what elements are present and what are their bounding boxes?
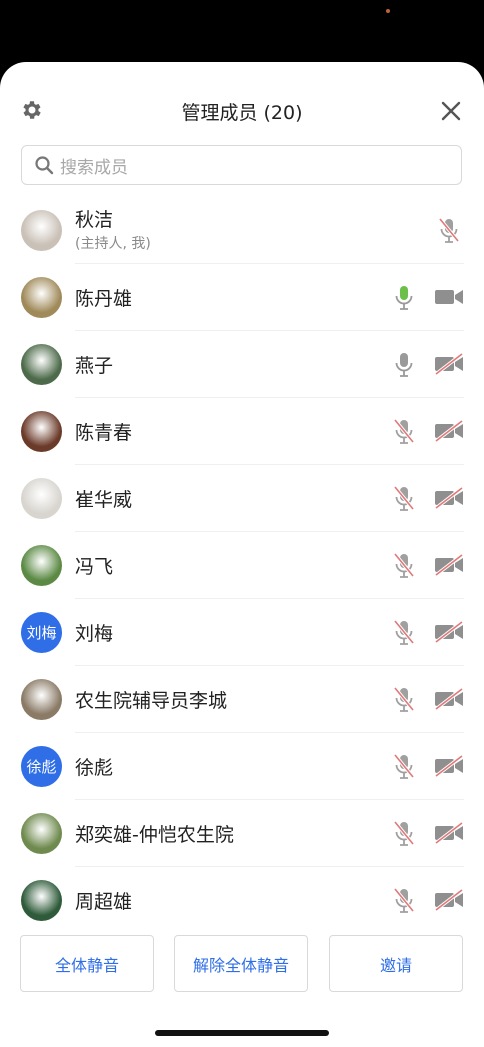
page-title: 管理成员 (20) (181, 102, 303, 124)
member-name: 周超雄 (75, 891, 133, 913)
member-name: 陈青春 (75, 422, 133, 444)
mic-muted-icon[interactable] (393, 887, 415, 915)
member-name: 崔华威 (75, 489, 133, 511)
camera-off-icon[interactable] (434, 553, 464, 577)
member-role: (主持人, 我) (75, 236, 151, 252)
camera-icon[interactable] (434, 286, 464, 308)
member-row[interactable]: 陈青春 (0, 398, 484, 465)
camera-off-icon[interactable] (434, 486, 464, 510)
search-placeholder: 搜索成员 (60, 157, 128, 178)
avatar (21, 210, 62, 251)
search-input[interactable]: 搜索成员 (21, 145, 462, 185)
member-name: 徐彪 (75, 757, 114, 779)
camera-off-icon[interactable] (434, 352, 464, 376)
member-row[interactable]: 崔华威 (0, 465, 484, 532)
mute-all-button[interactable]: 全体静音 (20, 935, 154, 992)
camera-off-icon[interactable] (434, 821, 464, 845)
camera-off-icon[interactable] (434, 888, 464, 912)
camera-off-icon[interactable] (434, 419, 464, 443)
member-list: 秋洁 (主持人, 我) 陈丹雄 燕子 陈青春 崔华威 冯飞 刘梅 刘梅 农生院辅导员李城 徐彪 徐彪郑… (0, 197, 484, 934)
unmute-all-button[interactable]: 解除全体静音 (174, 935, 308, 992)
mic-muted-icon[interactable] (438, 217, 460, 245)
mic-muted-icon[interactable] (393, 686, 415, 714)
member-name: 秋洁 (75, 209, 114, 231)
search-icon (35, 156, 54, 175)
member-row[interactable]: 冯飞 (0, 532, 484, 599)
avatar (21, 880, 62, 921)
avatar (21, 813, 62, 854)
avatar (21, 545, 62, 586)
avatar (21, 277, 62, 318)
member-row[interactable]: 周超雄 (0, 867, 484, 934)
avatar: 徐彪 (21, 746, 62, 787)
camera-off-icon[interactable] (434, 620, 464, 644)
member-name: 陈丹雄 (75, 288, 133, 310)
avatar (21, 344, 62, 385)
member-row[interactable]: 燕子 (0, 331, 484, 398)
member-row[interactable]: 郑奕雄-仲恺农生院 (0, 800, 484, 867)
member-name: 燕子 (75, 355, 114, 377)
avatar: 刘梅 (21, 612, 62, 653)
mic-muted-icon[interactable] (393, 485, 415, 513)
member-name: 冯飞 (75, 556, 114, 578)
mic-muted-icon[interactable] (393, 753, 415, 781)
status-dot (386, 9, 390, 13)
member-row[interactable]: 秋洁 (主持人, 我) (0, 197, 484, 264)
manage-members-sheet: 管理成员 (20) 搜索成员 秋洁 (主持人, 我) 陈丹雄燕子陈青春崔华威冯飞刘梅… (0, 62, 484, 1047)
member-row[interactable]: 农生院辅导员李城 (0, 666, 484, 733)
camera-off-icon[interactable] (434, 687, 464, 711)
member-row[interactable]: 刘梅 刘梅 (0, 599, 484, 666)
action-bar: 全体静音 解除全体静音 邀请 (20, 935, 464, 993)
mic-speaking-icon[interactable] (393, 284, 415, 312)
member-row[interactable]: 陈丹雄 (0, 264, 484, 331)
mic-muted-icon[interactable] (393, 619, 415, 647)
avatar (21, 679, 62, 720)
mic-muted-icon[interactable] (393, 820, 415, 848)
camera-off-icon[interactable] (434, 754, 464, 778)
home-indicator (155, 1030, 329, 1036)
mic-muted-icon[interactable] (393, 418, 415, 446)
member-name: 郑奕雄-仲恺农生院 (75, 824, 234, 846)
avatar (21, 478, 62, 519)
member-name: 刘梅 (75, 623, 114, 645)
invite-button[interactable]: 邀请 (329, 935, 463, 992)
close-icon[interactable] (440, 100, 462, 122)
member-name: 农生院辅导员李城 (75, 690, 228, 712)
mic-icon[interactable] (393, 351, 415, 379)
avatar (21, 411, 62, 452)
mic-muted-icon[interactable] (393, 552, 415, 580)
member-row[interactable]: 徐彪 徐彪 (0, 733, 484, 800)
